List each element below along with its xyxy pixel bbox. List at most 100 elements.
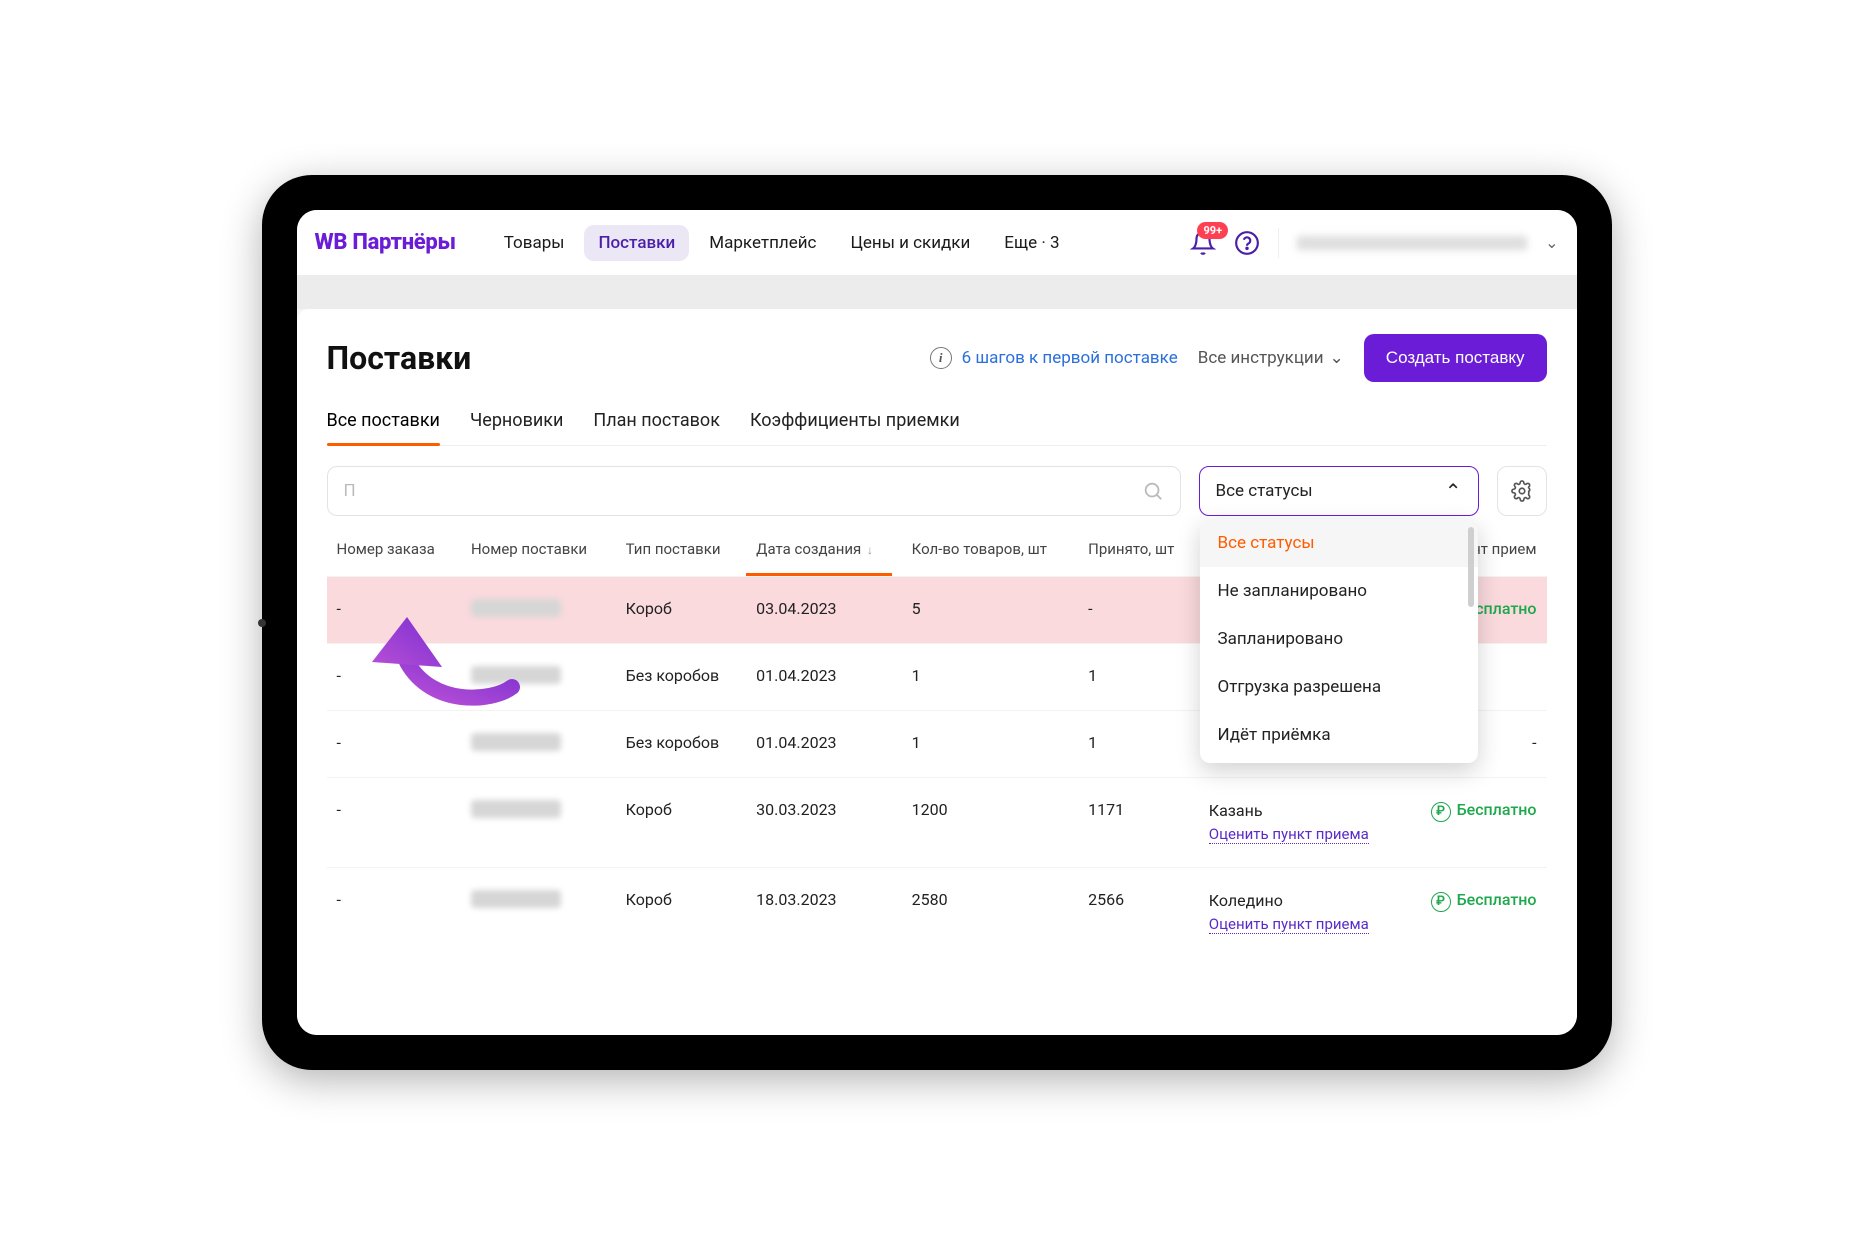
- cell-date: 01.04.2023: [746, 711, 901, 778]
- col-qty[interactable]: Кол-во товаров, шт: [902, 526, 1079, 577]
- cell-supply-number: [461, 644, 616, 711]
- user-menu-chevron[interactable]: ⌄: [1545, 233, 1558, 252]
- nav-item-more[interactable]: Еще · 3: [990, 225, 1073, 261]
- cell-qty: 5: [902, 577, 1079, 644]
- cell-supply-number: [461, 577, 616, 644]
- tab-coefficients[interactable]: Коэффициенты приемки: [750, 410, 960, 445]
- col-accepted[interactable]: Принято, шт: [1078, 526, 1199, 577]
- cell-qty: 2580: [902, 868, 1079, 957]
- nav-right: 99+ ⌄: [1190, 228, 1558, 258]
- status-option-all[interactable]: Все статусы: [1200, 519, 1478, 567]
- cell-order: -: [327, 868, 461, 957]
- instructions-label: Все инструкции: [1198, 348, 1324, 368]
- cell-qty: 1200: [902, 778, 1079, 868]
- chevron-up-icon: ⌃: [1445, 479, 1462, 503]
- nav-item-supplies[interactable]: Поставки: [584, 225, 689, 261]
- cell-date: 03.04.2023: [746, 577, 901, 644]
- cell-accepted: -: [1078, 577, 1199, 644]
- ruble-icon: ₽: [1431, 892, 1451, 912]
- cell-qty: 1: [902, 711, 1079, 778]
- cell-accepted: 1171: [1078, 778, 1199, 868]
- notifications-button[interactable]: 99+: [1190, 230, 1216, 256]
- cell-accepted: 1: [1078, 711, 1199, 778]
- gear-icon: [1511, 480, 1533, 502]
- create-supply-button[interactable]: Создать поставку: [1364, 334, 1547, 382]
- user-name[interactable]: [1297, 233, 1527, 253]
- screen: WB Партнёры Товары Поставки Маркетплейс …: [297, 210, 1577, 1035]
- tab-drafts[interactable]: Черновики: [470, 410, 563, 445]
- cell-qty: 1: [902, 644, 1079, 711]
- table-row[interactable]: - Короб18.03.202325802566 Коледино Оценить …: [327, 868, 1547, 957]
- table-settings-button[interactable]: [1497, 466, 1547, 516]
- cell-type: Без коробов: [616, 711, 747, 778]
- cell-order: -: [327, 711, 461, 778]
- tablet-frame: WB Партнёры Товары Поставки Маркетплейс …: [262, 175, 1612, 1070]
- search-placeholder: П: [344, 481, 356, 501]
- cell-type: Короб: [616, 778, 747, 868]
- page-title: Поставки: [327, 339, 472, 377]
- notification-badge: 99+: [1197, 222, 1228, 239]
- page-content: Поставки i 6 шагов к первой поставке Все…: [297, 309, 1577, 1035]
- dropdown-scrollbar[interactable]: [1468, 527, 1474, 755]
- search-icon: [1142, 480, 1164, 502]
- table-row[interactable]: - Короб30.03.202312001171 Казань Оценить пу…: [327, 778, 1547, 868]
- status-filter[interactable]: Все статусы ⌃ Все статусы Не запланирова…: [1199, 466, 1479, 516]
- cell-type: Короб: [616, 577, 747, 644]
- cell-date: 30.03.2023: [746, 778, 901, 868]
- sort-arrow-icon: ↓: [867, 543, 873, 557]
- status-option-planned[interactable]: Запланировано: [1200, 615, 1478, 663]
- brand-logo[interactable]: WB Партнёры: [315, 230, 456, 255]
- cell-date: 18.03.2023: [746, 868, 901, 957]
- cell-type: Без коробов: [616, 644, 747, 711]
- info-icon: i: [930, 347, 952, 369]
- cell-date: 01.04.2023: [746, 644, 901, 711]
- nav-items: Товары Поставки Маркетплейс Цены и скидк…: [490, 225, 1074, 261]
- col-supply-number[interactable]: Номер поставки: [461, 526, 616, 577]
- col-order-number[interactable]: Номер заказа: [327, 526, 461, 577]
- cell-accepted: 2566: [1078, 868, 1199, 957]
- rate-point-link[interactable]: Оценить пункт приема: [1209, 825, 1369, 844]
- help-icon: [1234, 230, 1260, 256]
- top-navbar: WB Партнёры Товары Поставки Маркетплейс …: [297, 210, 1577, 275]
- rate-point-link[interactable]: Оценить пункт приема: [1209, 915, 1369, 934]
- cell-supply-number: [461, 868, 616, 957]
- status-option-receiving[interactable]: Идёт приёмка: [1200, 711, 1478, 759]
- col-supply-type[interactable]: Тип поставки: [616, 526, 747, 577]
- tab-all-supplies[interactable]: Все поставки: [327, 410, 440, 445]
- warehouse-name: Казань: [1209, 800, 1394, 822]
- filter-row: П Все статусы ⌃ Все статусы Не запланиро…: [327, 466, 1547, 516]
- nav-item-prices[interactable]: Цены и скидки: [836, 225, 984, 261]
- steps-link[interactable]: 6 шагов к первой поставке: [962, 348, 1178, 368]
- cell-supply-number: [461, 778, 616, 868]
- cell-accepted: 1: [1078, 644, 1199, 711]
- cell-order: -: [327, 577, 461, 644]
- nav-item-marketplace[interactable]: Маркетплейс: [695, 225, 830, 261]
- help-button[interactable]: [1234, 230, 1260, 256]
- divider: [1278, 228, 1279, 258]
- cell-warehouse: Казань Оценить пункт приема: [1199, 778, 1404, 868]
- search-input[interactable]: П: [327, 466, 1181, 516]
- status-option-not-planned[interactable]: Не запланировано: [1200, 567, 1478, 615]
- cell-warehouse: Коледино Оценить пункт приема: [1199, 868, 1404, 957]
- cell-order: -: [327, 778, 461, 868]
- nav-item-products[interactable]: Товары: [490, 225, 579, 261]
- steps-info: i 6 шагов к первой поставке: [930, 347, 1178, 369]
- status-option-shipment-allowed[interactable]: Отгрузка разрешена: [1200, 663, 1478, 711]
- status-filter-label: Все статусы: [1216, 481, 1313, 501]
- tabs: Все поставки Черновики План поставок Коэ…: [327, 410, 1547, 446]
- col-created-date-label: Дата создания: [756, 540, 861, 558]
- tablet-home-button: [258, 619, 266, 627]
- status-dropdown: Все статусы Не запланировано Запланирова…: [1200, 519, 1478, 763]
- cell-coef: ₽Бесплатно: [1403, 778, 1546, 868]
- ruble-icon: ₽: [1431, 802, 1451, 822]
- instructions-dropdown[interactable]: Все инструкции ⌄: [1198, 348, 1344, 368]
- cell-coef: ₽Бесплатно: [1403, 868, 1546, 957]
- cell-supply-number: [461, 711, 616, 778]
- tab-plan[interactable]: План поставок: [593, 410, 720, 445]
- col-created-date[interactable]: Дата создания ↓: [746, 526, 901, 577]
- warehouse-name: Коледино: [1209, 890, 1394, 912]
- cell-order: -: [327, 644, 461, 711]
- page-header: Поставки i 6 шагов к первой поставке Все…: [327, 334, 1547, 382]
- gray-strip: [297, 275, 1577, 309]
- cell-type: Короб: [616, 868, 747, 957]
